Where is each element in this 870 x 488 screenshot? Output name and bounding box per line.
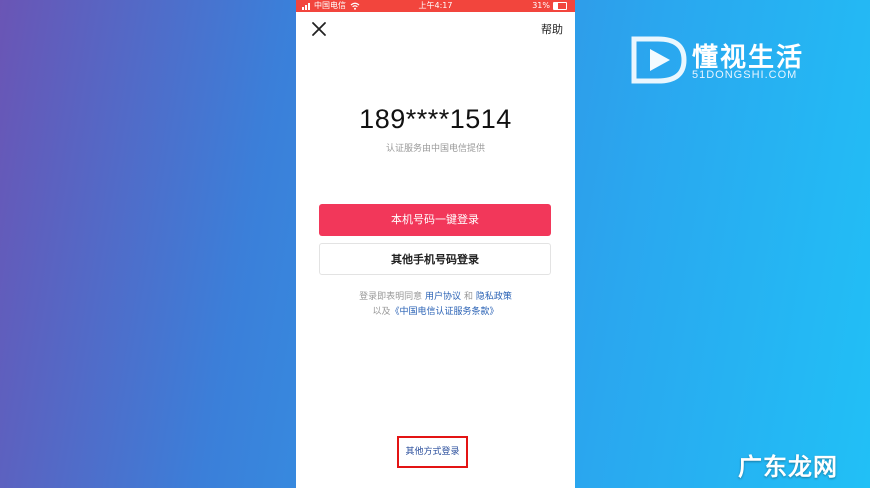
- masked-phone-number: 189****1514: [359, 104, 512, 134]
- close-icon[interactable]: [310, 20, 328, 38]
- battery-icon: [553, 2, 567, 10]
- other-login-methods-button[interactable]: 其他方式登录: [397, 436, 468, 468]
- telecom-terms-link[interactable]: 《中国电信认证服务条款》: [391, 307, 499, 317]
- watermark-logo-top: 懂视生活 51DONGSHI.COM: [630, 35, 830, 85]
- status-bar: 中国电信 上午4:17 31%: [296, 0, 575, 12]
- dongshi-logo-icon: [631, 36, 687, 84]
- one-click-login-button[interactable]: 本机号码一键登录: [319, 204, 551, 236]
- provider-note: 认证服务由中国电信提供: [385, 144, 485, 154]
- help-link[interactable]: 帮助: [541, 21, 563, 37]
- agreement-line2-prefix: 以及: [372, 307, 391, 317]
- phone-screen: 中国电信 上午4:17 31% 帮助 189****1514 认证服务由中国电信…: [296, 0, 575, 488]
- privacy-policy-link[interactable]: 隐私政策: [476, 292, 512, 302]
- agreement-line-1: 登录即表明同意 用户协议 和 隐私政策: [296, 290, 575, 305]
- battery-percent: 31%: [532, 1, 550, 10]
- agreement-line-2: 以及《中国电信认证服务条款》: [296, 305, 575, 320]
- agreement-and: 和: [463, 292, 473, 302]
- user-agreement-link[interactable]: 用户协议: [425, 292, 461, 302]
- watermark-site: 51DONGSHI.COM: [692, 69, 798, 81]
- status-right: 31%: [532, 0, 567, 12]
- agreement-prefix: 登录即表明同意: [359, 292, 423, 302]
- other-phone-login-button[interactable]: 其他手机号码登录: [319, 243, 551, 275]
- agreement-text: 登录即表明同意 用户协议 和 隐私政策 以及《中国电信认证服务条款》: [296, 290, 575, 320]
- watermark-logo-bottom: 广东龙网: [738, 453, 838, 481]
